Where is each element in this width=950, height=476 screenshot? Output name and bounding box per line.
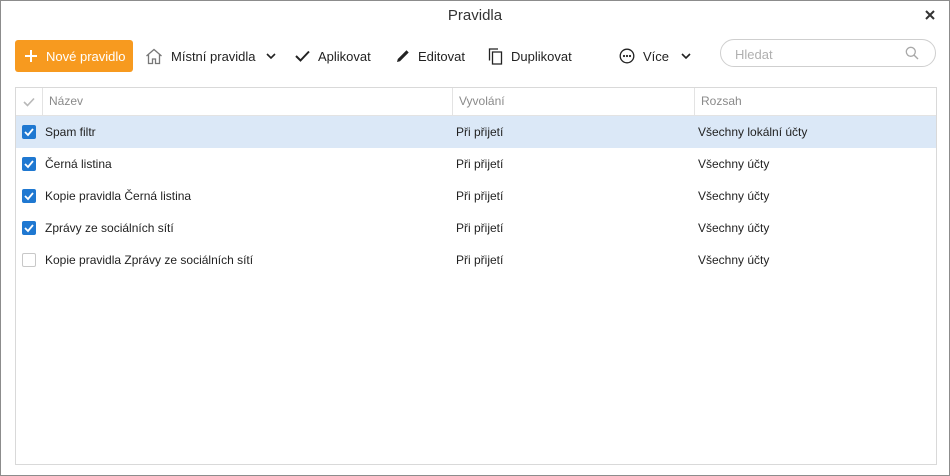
apply-label: Aplikovat xyxy=(318,48,371,64)
rules-table: Název Vyvolání Rozsah Spam filtr Při přij… xyxy=(15,87,937,465)
toolbar: Nové pravidlo Místní pravidla Aplikovat … xyxy=(1,39,949,73)
checkmark-icon xyxy=(295,50,310,62)
rule-scope: Všechny účty xyxy=(698,221,770,235)
rule-trigger: Při přijetí xyxy=(456,125,504,139)
rule-scope: Všechny lokální účty xyxy=(698,125,808,139)
apply-button[interactable]: Aplikovat xyxy=(295,40,371,72)
home-icon xyxy=(146,48,162,64)
new-rule-label: Nové pravidlo xyxy=(46,48,126,64)
rule-name: Kopie pravidla Zprávy ze sociálních sítí xyxy=(45,253,254,267)
column-header-name[interactable]: Název xyxy=(42,88,452,115)
table-row[interactable]: Zprávy ze sociálních sítí Při přijetí Všec… xyxy=(16,212,936,244)
chevron-down-icon xyxy=(265,53,276,59)
local-rules-dropdown[interactable]: Místní pravidla xyxy=(145,40,276,72)
table-row[interactable]: Kopie pravidla Černá listina Při přijetí V… xyxy=(16,180,936,212)
search-field[interactable] xyxy=(720,39,936,67)
checkmark-icon xyxy=(23,97,35,107)
more-dropdown[interactable]: Více xyxy=(619,40,691,72)
rule-enabled-checkbox[interactable] xyxy=(22,125,36,139)
rule-enabled-checkbox[interactable] xyxy=(22,253,36,267)
rule-enabled-checkbox[interactable] xyxy=(22,189,36,203)
pencil-icon xyxy=(397,50,409,62)
close-button[interactable] xyxy=(921,6,939,24)
table-row[interactable]: Kopie pravidla Zprávy ze sociálních sítí… xyxy=(16,244,936,276)
rule-name: Zprávy ze sociálních sítí xyxy=(45,221,174,235)
rule-trigger: Při přijetí xyxy=(456,221,504,235)
rule-enabled-checkbox[interactable] xyxy=(22,157,36,171)
duplicate-icon xyxy=(488,47,503,65)
rules-dialog: Pravidla Nové pravidlo Místní pravidla A… xyxy=(0,0,950,476)
rule-scope: Všechny účty xyxy=(698,253,770,267)
checkmark-icon xyxy=(24,224,34,233)
search-icon xyxy=(905,46,919,60)
search-input[interactable] xyxy=(735,45,895,63)
rule-name: Kopie pravidla Černá listina xyxy=(45,189,192,203)
duplicate-label: Duplikovat xyxy=(511,48,572,64)
rule-trigger: Při přijetí xyxy=(456,189,504,203)
duplicate-button[interactable]: Duplikovat xyxy=(488,40,572,72)
rule-trigger: Při přijetí xyxy=(456,157,504,171)
chevron-down-icon xyxy=(681,53,691,59)
edit-button[interactable]: Editovat xyxy=(396,40,465,72)
dialog-title: Pravidla xyxy=(447,7,503,24)
more-icon xyxy=(619,48,635,64)
edit-label: Editovat xyxy=(418,48,465,64)
checkmark-icon xyxy=(24,128,34,137)
rule-scope: Všechny účty xyxy=(698,189,770,203)
rule-enabled-checkbox[interactable] xyxy=(22,221,36,235)
rule-scope: Všechny účty xyxy=(698,157,770,171)
column-header-scope[interactable]: Rozsah xyxy=(694,88,936,115)
column-header-trigger[interactable]: Vyvolání xyxy=(452,88,694,115)
local-rules-label: Místní pravidla xyxy=(171,48,256,64)
close-icon xyxy=(925,10,935,20)
rule-name: Černá listina xyxy=(45,157,112,171)
checkmark-icon xyxy=(24,192,34,201)
select-all-checkbox[interactable] xyxy=(16,88,42,115)
checkmark-icon xyxy=(24,160,34,169)
rule-trigger: Při přijetí xyxy=(456,253,504,267)
more-label: Více xyxy=(643,48,670,64)
table-row[interactable]: Černá listina Při přijetí Všechny účty xyxy=(16,148,936,180)
table-header: Název Vyvolání Rozsah xyxy=(16,88,936,116)
rule-name: Spam filtr xyxy=(45,125,96,139)
table-row[interactable]: Spam filtr Při přijetí Všechny lokální účt… xyxy=(16,116,936,148)
new-rule-button[interactable]: Nové pravidlo xyxy=(15,40,133,72)
plus-icon xyxy=(25,50,37,62)
